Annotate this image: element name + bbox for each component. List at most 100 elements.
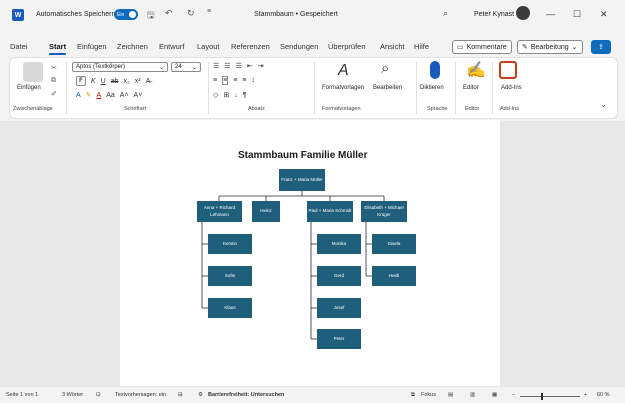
read-mode-icon[interactable]: ▤ [448,392,453,398]
align-center-icon[interactable]: ≡ [222,76,229,85]
minimize-button[interactable]: — [546,9,555,19]
change-case-icon[interactable]: Aa [106,92,115,99]
tab-einfuegen[interactable]: Einfügen [77,42,107,51]
node-peter[interactable]: Peter [317,329,361,349]
undo-icon[interactable]: ↶ [165,8,173,19]
font-color-icon[interactable]: A [97,92,102,99]
align-right-icon[interactable]: ≡ [233,77,237,84]
shading-icon[interactable]: ◇ [213,91,218,99]
styles-icon[interactable]: A [338,62,349,80]
paste-label[interactable]: Einfügen [17,85,41,91]
addins-label[interactable]: Add-Ins [501,85,522,91]
close-button[interactable]: ✕ [600,9,608,20]
numbering-icon[interactable]: ☰ [224,62,230,70]
zoom-level[interactable]: 60 % [597,392,610,398]
node-sofie[interactable]: Sofie [208,266,252,286]
show-marks-icon[interactable]: ¶ [243,92,247,99]
accessibility-status[interactable]: Barrierefreiheit: Untersuchen [208,392,284,398]
search-icon[interactable]: ⌕ [443,8,448,19]
node-paul[interactable]: Paul + Maria Schmidt [307,201,353,222]
node-franz-maria[interactable]: Franz + Maria Müller [279,169,325,191]
share-button[interactable]: ⇪ [591,40,611,54]
print-layout-icon[interactable]: ▥ [470,392,475,398]
editor-icon[interactable]: ✍ [466,60,486,80]
avatar[interactable] [516,6,530,20]
comments-button[interactable]: ▭ Kommentare [452,40,512,54]
editing-mode-button[interactable]: ✎ Bearbeitung ⌄ [517,40,583,54]
document-title[interactable]: Stammbaum • Gespeichert [254,11,338,18]
word-count[interactable]: 3 Wörter [62,392,83,398]
tab-entwurf[interactable]: Entwurf [159,42,184,51]
subscript-button[interactable]: x₂ [124,78,130,85]
maximize-button[interactable]: ☐ [573,9,581,20]
paste-icon[interactable] [23,62,43,82]
tab-ueberpruefen[interactable]: Überprüfen [328,42,366,51]
cut-icon[interactable]: ✂ [51,64,57,72]
web-layout-icon[interactable]: ▦ [492,392,497,398]
node-kerstin[interactable]: Kerstin [208,234,252,254]
node-anna[interactable]: Anna + Richard Lehmann [197,201,242,222]
save-icon[interactable]: 🖫 [147,8,155,24]
node-gisela[interactable]: Gisela [372,234,416,254]
tab-sendungen[interactable]: Sendungen [280,42,318,51]
tab-layout[interactable]: Layout [197,42,220,51]
autosave-toggle[interactable]: Ein [114,9,138,20]
node-monika[interactable]: Monika [317,234,361,254]
text-effects-icon[interactable]: A [76,92,81,99]
node-klaus[interactable]: Klaus [208,298,252,318]
zoom-slider[interactable] [520,396,580,397]
font-name-select[interactable]: Aptos (Textkörper) ⌄ [72,62,168,72]
search-icon[interactable]: ⌕ [381,60,389,77]
increase-indent-icon[interactable]: ⇥ [258,62,264,70]
bold-button[interactable]: F [76,76,86,86]
tab-datei[interactable]: Datei [10,42,28,51]
align-left-icon[interactable]: ≡ [213,77,217,84]
strikethrough-button[interactable]: ab [111,78,119,85]
bullets-icon[interactable]: ☰ [213,62,219,70]
tab-referenzen[interactable]: Referenzen [231,42,270,51]
customize-quick-access-icon[interactable]: ≡ [207,8,211,15]
tab-ansicht[interactable]: Ansicht [380,42,405,51]
macro-icon[interactable]: ⊟ [178,392,183,398]
collapse-ribbon-icon[interactable]: ⌄ [600,100,607,109]
node-heinz[interactable]: Heinz [252,201,280,222]
copy-icon[interactable]: ⧉ [51,77,56,85]
tab-zeichnen[interactable]: Zeichnen [117,42,148,51]
dictate-label[interactable]: Diktieren [420,85,444,91]
underline-button[interactable]: U [101,78,106,85]
focus-button[interactable]: Fokus [421,392,436,398]
zoom-slider-handle[interactable] [541,393,543,400]
microphone-icon[interactable] [430,61,440,79]
zoom-out-icon[interactable]: − [512,392,515,398]
text-predictions[interactable]: Textvorhersagen: ein [115,392,166,398]
node-gerd[interactable]: Gerd [317,266,361,286]
page-count[interactable]: Seite 1 von 1 [6,392,38,398]
tab-hilfe[interactable]: Hilfe [414,42,429,51]
sort-icon[interactable]: ↓ [234,92,238,99]
justify-icon[interactable]: ≡ [242,77,246,84]
highlight-icon[interactable]: ✎ [86,91,92,99]
superscript-button[interactable]: x² [135,78,141,85]
user-name[interactable]: Peter Kynast [474,11,514,18]
shrink-font-icon[interactable]: A˅ [134,92,143,99]
tab-start[interactable]: Start [49,42,67,55]
node-heidi[interactable]: Heidi [372,266,416,286]
node-josef[interactable]: Josef [317,298,361,318]
clear-format-icon[interactable]: A̶ [146,78,151,85]
focus-icon[interactable]: ⧉ [411,392,415,399]
editor-label[interactable]: Editor [463,85,479,91]
accessibility-icon[interactable]: ⚙ [198,392,203,398]
line-spacing-icon[interactable]: ↕ [251,77,255,84]
addins-icon[interactable] [499,61,517,79]
edit-label[interactable]: Bearbeiten [373,85,402,91]
format-painter-icon[interactable]: ✐ [51,90,57,98]
decrease-indent-icon[interactable]: ⇤ [247,62,253,70]
italic-button[interactable]: K [91,78,96,85]
styles-label[interactable]: Formatvorlagen [322,85,364,91]
zoom-in-icon[interactable]: + [584,392,587,398]
proofing-icon[interactable]: ⊡ [96,392,101,398]
borders-icon[interactable]: ⊞ [223,91,229,99]
redo-icon[interactable]: ↻ [187,8,195,19]
grow-font-icon[interactable]: A˄ [120,92,129,99]
node-elisabeth[interactable]: Elisabeth + Michael Krüger [361,201,407,222]
